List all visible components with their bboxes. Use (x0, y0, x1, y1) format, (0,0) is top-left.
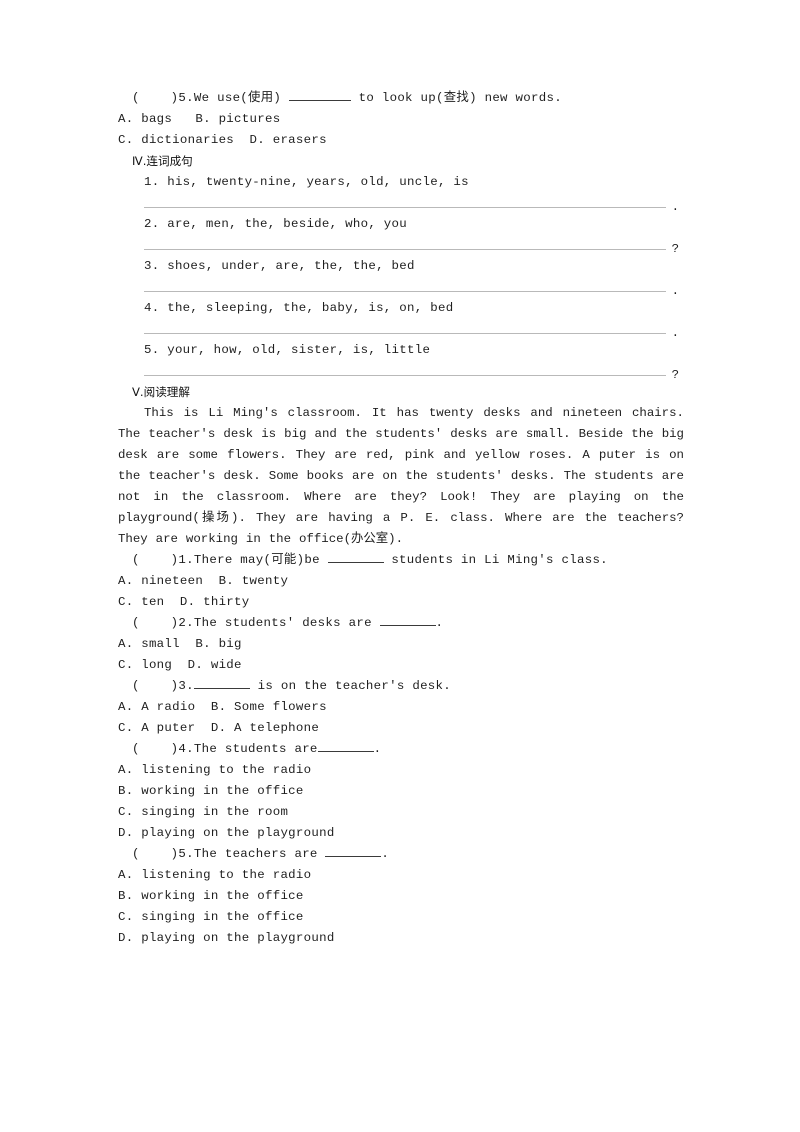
option-line[interactable]: A. bags B. pictures (118, 109, 684, 130)
answer-blank[interactable] (288, 89, 351, 101)
reading-passage: This is Li Ming's classroom. It has twen… (118, 406, 684, 546)
option-line[interactable]: C. singing in the room (118, 802, 684, 823)
answer-blank[interactable] (193, 677, 250, 689)
option-line[interactable]: D. playing on the playground (118, 928, 684, 949)
carryover-question: ( )5.We use(使用) to look up(查找) new words… (118, 88, 684, 109)
question-stem-before: The students' desks are (193, 616, 380, 630)
section-heading-five: Ⅴ.阅读理解 (132, 385, 190, 399)
question-stem-before: We use(使用) (193, 91, 289, 105)
comprehension-question: ( )2.The students' desks are . (118, 613, 684, 634)
option-line[interactable]: B. working in the office (118, 781, 684, 802)
option-line[interactable]: A. nineteen B. twenty (118, 571, 684, 592)
comprehension-question: ( )4.The students are. (118, 739, 684, 760)
ordering-prompt: 2. are, men, the, beside, who, you (144, 217, 408, 231)
ordering-answer-row[interactable]: . (118, 277, 684, 298)
question-stem-after: . (373, 742, 382, 756)
question-stem-after: students in Li Ming's class. (383, 553, 608, 567)
ordering-prompt: 1. his, twenty-nine, years, old, uncle, … (144, 175, 469, 189)
comprehension-question: ( )3. is on the teacher's desk. (118, 676, 684, 697)
option-line[interactable]: A. A radio B. Some flowers (118, 697, 684, 718)
ordering-answer-row[interactable]: . (118, 319, 684, 340)
answer-rule (144, 249, 666, 250)
question-marker: ( )2. (132, 616, 194, 630)
ordering-prompt: 3. shoes, under, are, the, the, bed (144, 259, 415, 273)
option-line[interactable]: C. dictionaries D. erasers (118, 130, 684, 151)
ordering-prompt: 4. the, sleeping, the, baby, is, on, bed (144, 301, 454, 315)
option-line[interactable]: B. working in the office (118, 886, 684, 907)
question-stem-before: There may(可能)be (193, 553, 328, 567)
option-line[interactable]: D. playing on the playground (118, 823, 684, 844)
option-line[interactable]: C. ten D. thirty (118, 592, 684, 613)
page-content: ( )5.We use(使用) to look up(查找) new words… (118, 88, 684, 949)
answer-rule (144, 207, 666, 208)
ordering-answer-row[interactable]: ? (118, 235, 684, 256)
option-line[interactable]: C. long D. wide (118, 655, 684, 676)
option-line[interactable]: C. A puter D. A telephone (118, 718, 684, 739)
answer-rule (144, 291, 666, 292)
question-stem-before: The students are (193, 742, 318, 756)
question-stem-after: . (435, 616, 444, 630)
question-stem-after: . (381, 847, 390, 861)
question-stem-before: The teachers are (193, 847, 326, 861)
ordering-prompt: 5. your, how, old, sister, is, little (144, 343, 431, 357)
answer-rule (144, 375, 666, 376)
answer-end-punctuation: ? (671, 367, 679, 382)
option-line[interactable]: C. singing in the office (118, 907, 684, 928)
question-marker: ( )5. (132, 91, 194, 105)
answer-end-punctuation: . (671, 199, 679, 214)
section-heading-four: Ⅳ.连词成句 (132, 154, 193, 168)
answer-blank[interactable] (379, 614, 436, 626)
question-stem-after: to look up(查找) new words. (350, 91, 562, 105)
question-stem-after: is on the teacher's desk. (249, 679, 452, 693)
answer-blank[interactable] (325, 845, 382, 857)
question-marker: ( )4. (132, 742, 194, 756)
answer-end-punctuation: ? (671, 241, 679, 256)
worksheet-page: ( )5.We use(使用) to look up(查找) new words… (0, 0, 800, 1132)
option-line[interactable]: A. listening to the radio (118, 760, 684, 781)
comprehension-question: ( )1.There may(可能)be students in Li Ming… (118, 550, 684, 571)
question-marker: ( )3. (132, 679, 194, 693)
ordering-answer-row[interactable]: ? (118, 361, 684, 382)
ordering-answer-row[interactable]: . (118, 193, 684, 214)
option-line[interactable]: A. listening to the radio (118, 865, 684, 886)
answer-end-punctuation: . (671, 283, 679, 298)
question-marker: ( )5. (132, 847, 194, 861)
answer-blank[interactable] (327, 551, 384, 563)
option-line[interactable]: A. small B. big (118, 634, 684, 655)
answer-rule (144, 333, 666, 334)
answer-blank[interactable] (317, 740, 374, 752)
comprehension-question: ( )5.The teachers are . (118, 844, 684, 865)
question-marker: ( )1. (132, 553, 194, 567)
answer-end-punctuation: . (671, 325, 679, 340)
